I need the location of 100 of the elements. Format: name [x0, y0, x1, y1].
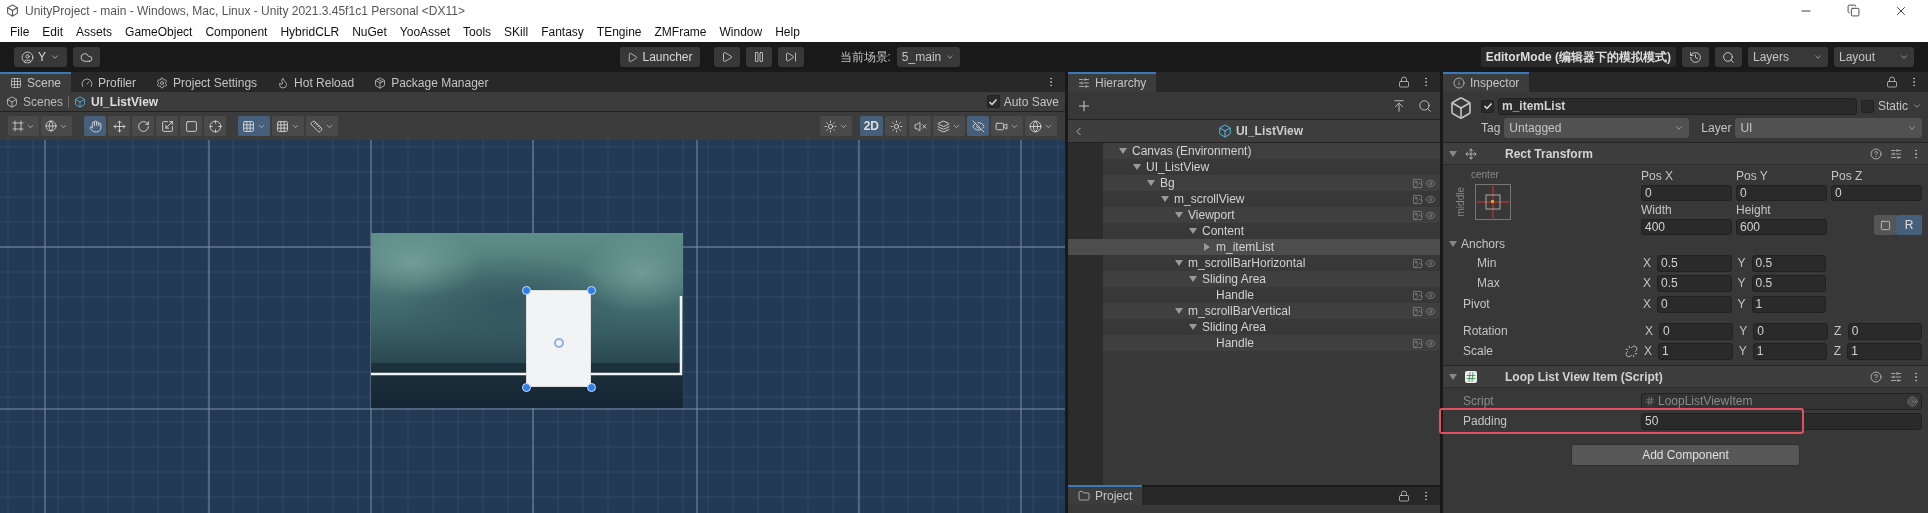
eye-icon[interactable]	[1425, 257, 1436, 269]
hierarchy-row[interactable]: Sliding Area	[1103, 319, 1440, 335]
camera-button[interactable]	[991, 116, 1023, 136]
resize-handle[interactable]	[522, 383, 531, 392]
hierarchy-row[interactable]: Viewport	[1103, 207, 1440, 223]
account-button[interactable]: Y	[14, 47, 67, 67]
snap-button[interactable]	[272, 116, 304, 136]
step-button[interactable]	[777, 47, 804, 67]
eye-icon[interactable]	[1425, 209, 1436, 221]
project-tab[interactable]: Project	[1068, 485, 1143, 505]
expanded-arrow-icon[interactable]	[1161, 195, 1169, 203]
search-icon[interactable]	[1418, 98, 1432, 113]
move-tool-button[interactable]	[108, 116, 130, 136]
lighting-button[interactable]	[885, 116, 907, 136]
panel-tab[interactable]: Profiler	[71, 72, 147, 92]
shading-button[interactable]	[819, 116, 852, 136]
add-component-button[interactable]: Add Component	[1571, 444, 1800, 466]
number-field[interactable]: 0	[1659, 322, 1734, 340]
scene-dropdown[interactable]: 5_main	[896, 47, 961, 67]
number-field[interactable]: 0	[1641, 185, 1732, 201]
hierarchy-row[interactable]: UI_ListView	[1103, 159, 1440, 175]
menu-item[interactable]: NuGet	[352, 24, 387, 39]
expanded-arrow-icon[interactable]	[1175, 259, 1183, 267]
eye-icon[interactable]	[1425, 177, 1436, 189]
expanded-arrow-icon[interactable]	[1449, 149, 1457, 158]
expanded-arrow-icon[interactable]	[1175, 211, 1183, 219]
draw-mode-button[interactable]	[8, 116, 39, 136]
expanded-arrow-icon[interactable]	[1189, 275, 1197, 283]
visibility-button[interactable]	[967, 116, 989, 136]
hand-tool-button[interactable]	[84, 116, 106, 136]
layout-dropdown[interactable]: Layout	[1834, 47, 1914, 67]
raw-edit-button[interactable]: R	[1896, 215, 1922, 235]
resize-handle[interactable]	[522, 286, 531, 295]
number-field[interactable]: 0.5	[1657, 254, 1732, 272]
number-field[interactable]: 1	[1752, 342, 1828, 360]
collapsed-arrow-icon[interactable]	[1203, 243, 1211, 251]
rotate-tool-button[interactable]	[132, 116, 154, 136]
number-field[interactable]: 1	[1751, 295, 1826, 313]
launcher-button[interactable]: Launcher	[620, 47, 700, 67]
layer-dropdown[interactable]: UI	[1735, 118, 1922, 138]
tag-dropdown[interactable]: Untagged	[1504, 118, 1690, 138]
help-icon[interactable]	[1870, 147, 1882, 160]
padding-field[interactable]: 50	[1641, 412, 1922, 430]
restore-icon[interactable]	[1847, 3, 1860, 17]
number-field[interactable]: 600	[1736, 219, 1827, 235]
inspector-tab[interactable]: Inspector	[1443, 72, 1530, 92]
eye-icon[interactable]	[1425, 305, 1436, 317]
pause-button[interactable]	[745, 47, 772, 67]
number-field[interactable]: 0.5	[1657, 274, 1732, 292]
preset-icon[interactable]	[1890, 370, 1902, 383]
hierarchy-row[interactable]: Sliding Area	[1103, 271, 1440, 287]
hierarchy-row[interactable]: m_scrollView	[1103, 191, 1440, 207]
active-checkbox[interactable]	[1481, 99, 1494, 113]
menu-item[interactable]: TEngine	[596, 24, 642, 39]
ruler-button[interactable]	[306, 116, 338, 136]
resize-handle[interactable]	[587, 286, 596, 295]
panel-tab[interactable]: Hot Reload	[267, 72, 365, 92]
lock-icon[interactable]	[1398, 490, 1410, 502]
hierarchy-row[interactable]: Content	[1103, 223, 1440, 239]
breadcrumb-link[interactable]: Scenes	[23, 94, 64, 109]
hierarchy-row[interactable]: m_scrollBarHorizontal	[1103, 255, 1440, 271]
hierarchy-row[interactable]: m_itemList	[1068, 239, 1440, 255]
menu-item[interactable]: Fantasy	[541, 24, 584, 39]
expanded-arrow-icon[interactable]	[1189, 227, 1197, 235]
number-field[interactable]: 0.5	[1751, 254, 1826, 272]
menu-item[interactable]: SKill	[504, 24, 529, 39]
hierarchy-row[interactable]: Canvas (Environment)	[1103, 143, 1440, 159]
hierarchy-row[interactable]: m_scrollBarVertical	[1103, 303, 1440, 319]
transform-tool-button[interactable]	[204, 116, 226, 136]
number-field[interactable]: 400	[1641, 219, 1732, 235]
scale-tool-button[interactable]	[156, 116, 178, 136]
menu-item[interactable]: GameObject	[125, 24, 193, 39]
menu-item[interactable]: Window	[719, 24, 763, 39]
expanded-arrow-icon[interactable]	[1449, 240, 1457, 248]
menu-item[interactable]: ZMFrame	[654, 24, 707, 39]
hierarchy-row[interactable]: Handle	[1103, 287, 1440, 303]
expanded-arrow-icon[interactable]	[1449, 372, 1457, 381]
help-icon[interactable]	[1870, 370, 1882, 383]
expanded-arrow-icon[interactable]	[1119, 147, 1127, 155]
layers-dropdown[interactable]: Layers	[1748, 47, 1828, 67]
eye-icon[interactable]	[1425, 289, 1436, 301]
auto-save-checkbox[interactable]	[986, 95, 1000, 108]
mode-2d-button[interactable]: 2D	[859, 116, 883, 136]
anchor-preset-icon[interactable]	[1475, 184, 1511, 220]
cloud-button[interactable]	[73, 47, 100, 67]
lock-icon[interactable]	[1398, 76, 1410, 88]
number-field[interactable]: 0	[1657, 295, 1732, 313]
gizmos-button[interactable]	[1025, 116, 1057, 136]
panel-tab[interactable]: Scene	[0, 72, 72, 92]
eye-icon[interactable]	[1425, 337, 1436, 349]
hierarchy-tab[interactable]: Hierarchy	[1068, 72, 1157, 92]
menu-item[interactable]: Edit	[42, 24, 64, 39]
history-button[interactable]	[1682, 47, 1709, 67]
global-button[interactable]	[41, 116, 72, 136]
expanded-arrow-icon[interactable]	[1175, 307, 1183, 315]
unlink-icon[interactable]	[1625, 344, 1638, 358]
number-field[interactable]: 0.5	[1751, 274, 1826, 292]
object-picker-icon[interactable]	[1907, 395, 1918, 407]
lock-icon[interactable]	[1886, 76, 1898, 88]
hierarchy-row[interactable]: Handle	[1103, 335, 1440, 351]
